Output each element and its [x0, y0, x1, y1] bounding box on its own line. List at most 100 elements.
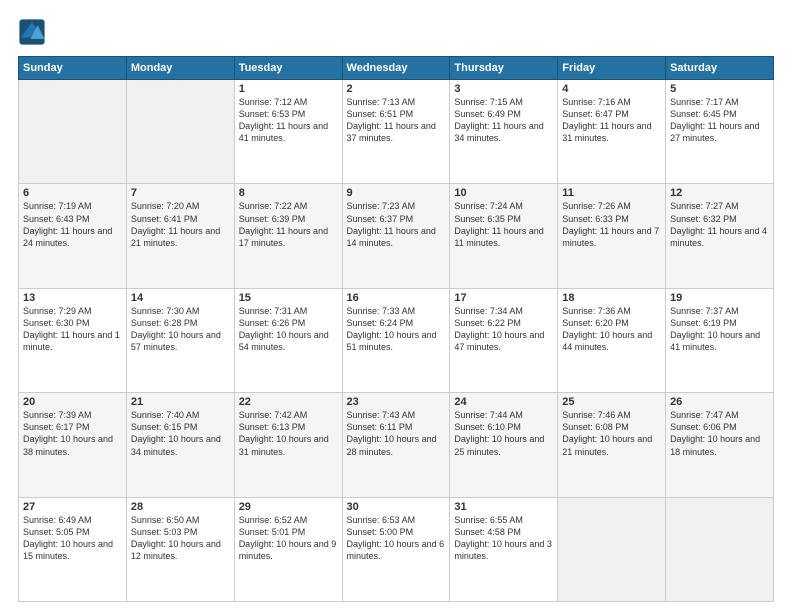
- day-number: 15: [239, 292, 338, 304]
- weekday-header-monday: Monday: [126, 57, 234, 80]
- week-row-1: 1Sunrise: 7:12 AMSunset: 6:53 PMDaylight…: [19, 80, 774, 184]
- calendar-cell: 7Sunrise: 7:20 AMSunset: 6:41 PMDaylight…: [126, 184, 234, 288]
- calendar-cell: [666, 497, 774, 601]
- weekday-header-saturday: Saturday: [666, 57, 774, 80]
- calendar-cell: 17Sunrise: 7:34 AMSunset: 6:22 PMDayligh…: [450, 288, 558, 392]
- weekday-header-sunday: Sunday: [19, 57, 127, 80]
- calendar-cell: 26Sunrise: 7:47 AMSunset: 6:06 PMDayligh…: [666, 393, 774, 497]
- weekday-header-row: SundayMondayTuesdayWednesdayThursdayFrid…: [19, 57, 774, 80]
- calendar-cell: [126, 80, 234, 184]
- calendar-cell: 6Sunrise: 7:19 AMSunset: 6:43 PMDaylight…: [19, 184, 127, 288]
- day-number: 1: [239, 83, 338, 95]
- day-info: Sunrise: 7:40 AMSunset: 6:15 PMDaylight:…: [131, 409, 230, 458]
- calendar-cell: 15Sunrise: 7:31 AMSunset: 6:26 PMDayligh…: [234, 288, 342, 392]
- day-number: 14: [131, 292, 230, 304]
- calendar-cell: 20Sunrise: 7:39 AMSunset: 6:17 PMDayligh…: [19, 393, 127, 497]
- calendar-cell: 5Sunrise: 7:17 AMSunset: 6:45 PMDaylight…: [666, 80, 774, 184]
- day-number: 28: [131, 501, 230, 513]
- day-info: Sunrise: 7:47 AMSunset: 6:06 PMDaylight:…: [670, 409, 769, 458]
- calendar-cell: 13Sunrise: 7:29 AMSunset: 6:30 PMDayligh…: [19, 288, 127, 392]
- day-info: Sunrise: 6:50 AMSunset: 5:03 PMDaylight:…: [131, 514, 230, 563]
- day-info: Sunrise: 6:52 AMSunset: 5:01 PMDaylight:…: [239, 514, 338, 563]
- day-number: 16: [347, 292, 446, 304]
- day-number: 13: [23, 292, 122, 304]
- calendar-cell: 30Sunrise: 6:53 AMSunset: 5:00 PMDayligh…: [342, 497, 450, 601]
- day-number: 26: [670, 396, 769, 408]
- day-number: 11: [562, 187, 661, 199]
- day-number: 25: [562, 396, 661, 408]
- day-number: 9: [347, 187, 446, 199]
- day-info: Sunrise: 7:37 AMSunset: 6:19 PMDaylight:…: [670, 305, 769, 354]
- day-info: Sunrise: 7:43 AMSunset: 6:11 PMDaylight:…: [347, 409, 446, 458]
- day-number: 21: [131, 396, 230, 408]
- day-info: Sunrise: 7:22 AMSunset: 6:39 PMDaylight:…: [239, 200, 338, 249]
- day-info: Sunrise: 7:17 AMSunset: 6:45 PMDaylight:…: [670, 96, 769, 145]
- week-row-3: 13Sunrise: 7:29 AMSunset: 6:30 PMDayligh…: [19, 288, 774, 392]
- day-number: 23: [347, 396, 446, 408]
- calendar-cell: 9Sunrise: 7:23 AMSunset: 6:37 PMDaylight…: [342, 184, 450, 288]
- day-number: 5: [670, 83, 769, 95]
- calendar-cell: 14Sunrise: 7:30 AMSunset: 6:28 PMDayligh…: [126, 288, 234, 392]
- calendar-cell: 25Sunrise: 7:46 AMSunset: 6:08 PMDayligh…: [558, 393, 666, 497]
- day-info: Sunrise: 7:34 AMSunset: 6:22 PMDaylight:…: [454, 305, 553, 354]
- day-number: 19: [670, 292, 769, 304]
- day-number: 27: [23, 501, 122, 513]
- calendar-cell: [19, 80, 127, 184]
- day-info: Sunrise: 7:30 AMSunset: 6:28 PMDaylight:…: [131, 305, 230, 354]
- calendar-cell: 18Sunrise: 7:36 AMSunset: 6:20 PMDayligh…: [558, 288, 666, 392]
- day-number: 20: [23, 396, 122, 408]
- day-info: Sunrise: 7:19 AMSunset: 6:43 PMDaylight:…: [23, 200, 122, 249]
- weekday-header-wednesday: Wednesday: [342, 57, 450, 80]
- day-number: 12: [670, 187, 769, 199]
- calendar-cell: [558, 497, 666, 601]
- day-info: Sunrise: 6:53 AMSunset: 5:00 PMDaylight:…: [347, 514, 446, 563]
- calendar-cell: 27Sunrise: 6:49 AMSunset: 5:05 PMDayligh…: [19, 497, 127, 601]
- day-info: Sunrise: 7:36 AMSunset: 6:20 PMDaylight:…: [562, 305, 661, 354]
- day-info: Sunrise: 7:12 AMSunset: 6:53 PMDaylight:…: [239, 96, 338, 145]
- week-row-4: 20Sunrise: 7:39 AMSunset: 6:17 PMDayligh…: [19, 393, 774, 497]
- day-number: 7: [131, 187, 230, 199]
- day-info: Sunrise: 7:31 AMSunset: 6:26 PMDaylight:…: [239, 305, 338, 354]
- day-number: 17: [454, 292, 553, 304]
- day-info: Sunrise: 7:33 AMSunset: 6:24 PMDaylight:…: [347, 305, 446, 354]
- day-info: Sunrise: 7:13 AMSunset: 6:51 PMDaylight:…: [347, 96, 446, 145]
- day-number: 8: [239, 187, 338, 199]
- day-info: Sunrise: 7:16 AMSunset: 6:47 PMDaylight:…: [562, 96, 661, 145]
- day-info: Sunrise: 7:15 AMSunset: 6:49 PMDaylight:…: [454, 96, 553, 145]
- calendar-cell: 31Sunrise: 6:55 AMSunset: 4:58 PMDayligh…: [450, 497, 558, 601]
- calendar-cell: 24Sunrise: 7:44 AMSunset: 6:10 PMDayligh…: [450, 393, 558, 497]
- day-info: Sunrise: 6:55 AMSunset: 4:58 PMDaylight:…: [454, 514, 553, 563]
- calendar-cell: 19Sunrise: 7:37 AMSunset: 6:19 PMDayligh…: [666, 288, 774, 392]
- day-number: 2: [347, 83, 446, 95]
- day-info: Sunrise: 7:27 AMSunset: 6:32 PMDaylight:…: [670, 200, 769, 249]
- header: [18, 18, 774, 46]
- calendar-cell: 16Sunrise: 7:33 AMSunset: 6:24 PMDayligh…: [342, 288, 450, 392]
- day-info: Sunrise: 7:46 AMSunset: 6:08 PMDaylight:…: [562, 409, 661, 458]
- day-number: 22: [239, 396, 338, 408]
- day-number: 4: [562, 83, 661, 95]
- calendar-cell: 29Sunrise: 6:52 AMSunset: 5:01 PMDayligh…: [234, 497, 342, 601]
- calendar-table: SundayMondayTuesdayWednesdayThursdayFrid…: [18, 56, 774, 602]
- day-info: Sunrise: 7:39 AMSunset: 6:17 PMDaylight:…: [23, 409, 122, 458]
- day-info: Sunrise: 6:49 AMSunset: 5:05 PMDaylight:…: [23, 514, 122, 563]
- page: SundayMondayTuesdayWednesdayThursdayFrid…: [0, 0, 792, 612]
- day-info: Sunrise: 7:23 AMSunset: 6:37 PMDaylight:…: [347, 200, 446, 249]
- day-info: Sunrise: 7:29 AMSunset: 6:30 PMDaylight:…: [23, 305, 122, 354]
- day-number: 6: [23, 187, 122, 199]
- day-info: Sunrise: 7:44 AMSunset: 6:10 PMDaylight:…: [454, 409, 553, 458]
- day-info: Sunrise: 7:26 AMSunset: 6:33 PMDaylight:…: [562, 200, 661, 249]
- calendar-cell: 1Sunrise: 7:12 AMSunset: 6:53 PMDaylight…: [234, 80, 342, 184]
- day-info: Sunrise: 7:24 AMSunset: 6:35 PMDaylight:…: [454, 200, 553, 249]
- day-number: 10: [454, 187, 553, 199]
- calendar-cell: 2Sunrise: 7:13 AMSunset: 6:51 PMDaylight…: [342, 80, 450, 184]
- calendar-cell: 21Sunrise: 7:40 AMSunset: 6:15 PMDayligh…: [126, 393, 234, 497]
- logo-icon: [18, 18, 46, 46]
- logo: [18, 18, 50, 46]
- day-info: Sunrise: 7:42 AMSunset: 6:13 PMDaylight:…: [239, 409, 338, 458]
- calendar-cell: 23Sunrise: 7:43 AMSunset: 6:11 PMDayligh…: [342, 393, 450, 497]
- calendar-cell: 22Sunrise: 7:42 AMSunset: 6:13 PMDayligh…: [234, 393, 342, 497]
- weekday-header-thursday: Thursday: [450, 57, 558, 80]
- day-number: 3: [454, 83, 553, 95]
- calendar-cell: 12Sunrise: 7:27 AMSunset: 6:32 PMDayligh…: [666, 184, 774, 288]
- calendar-cell: 4Sunrise: 7:16 AMSunset: 6:47 PMDaylight…: [558, 80, 666, 184]
